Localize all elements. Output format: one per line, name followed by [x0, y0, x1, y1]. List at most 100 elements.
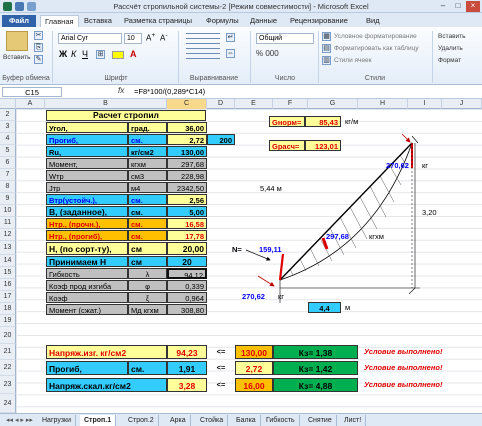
number-format-select[interactable]: Общий [256, 33, 314, 44]
row-header[interactable]: 8 [0, 181, 16, 193]
column-header[interactable]: J [442, 99, 482, 109]
row-header[interactable]: 13 [0, 241, 16, 255]
italic-icon[interactable]: К [71, 49, 76, 59]
format-cells-button[interactable]: Формат [438, 56, 461, 65]
column-header[interactable]: G [308, 99, 358, 109]
tab-file[interactable]: Файл [2, 15, 36, 27]
conditional-format-icon[interactable]: ▦ [322, 32, 331, 41]
sheet-tab-active[interactable]: Строп.1 [80, 415, 117, 426]
column-header[interactable]: F [273, 99, 308, 109]
insert-cells-button[interactable]: Вставить [438, 32, 466, 41]
row-header[interactable]: 24 [0, 394, 16, 413]
tab-home[interactable]: Главная [40, 15, 79, 27]
cell-styles-button[interactable]: Стили ячеек [334, 56, 372, 65]
tab-review[interactable]: Рецензирование [286, 15, 352, 27]
param-value[interactable]: 2342,50 [167, 182, 207, 193]
param-value[interactable]: 0,339 [167, 280, 207, 291]
currency-icon[interactable]: % 000 [256, 49, 279, 58]
font-color-icon[interactable]: A [130, 49, 137, 59]
font-name-select[interactable]: Arial Cyr [58, 33, 122, 44]
row-header[interactable]: 6 [0, 157, 16, 169]
param-value[interactable]: 20,00 [167, 242, 207, 255]
borders-icon[interactable]: ⊞ [96, 50, 105, 59]
row-header[interactable]: 21 [0, 344, 16, 360]
tab-data[interactable]: Данные [246, 15, 281, 27]
sheet-tab[interactable]: Лист! [340, 415, 367, 426]
tab-insert[interactable]: Вставка [80, 15, 116, 27]
row-header[interactable]: 22 [0, 360, 16, 376]
param-value[interactable]: 20 [167, 256, 207, 267]
param-value[interactable]: 308,80 [167, 304, 207, 315]
row-header[interactable]: 12 [0, 229, 16, 241]
param-value[interactable]: 36,00 [167, 122, 207, 133]
param-value[interactable]: 297,68 [167, 158, 207, 169]
column-header[interactable]: I [408, 99, 442, 109]
row-header[interactable]: 10 [0, 205, 16, 217]
underline-icon[interactable]: Ч [82, 49, 88, 59]
column-header[interactable]: E [235, 99, 273, 109]
sheet-tab[interactable]: Арка [166, 415, 191, 426]
row-header[interactable]: 2 [0, 109, 16, 121]
param-value[interactable]: 2,56 [167, 194, 207, 205]
wrap-text-icon[interactable]: ↵ [226, 33, 235, 42]
sheet-tab[interactable]: Стойка [196, 415, 229, 426]
tab-formulas[interactable]: Формулы [202, 15, 243, 27]
select-all-corner[interactable] [0, 99, 16, 109]
row-header[interactable]: 11 [0, 217, 16, 229]
row-header[interactable]: 5 [0, 145, 16, 157]
minimize-icon[interactable]: – [436, 1, 450, 12]
tab-scroll-arrows[interactable]: ◂◂ ◂ ▸ ▸▸ [2, 415, 37, 426]
merge-icon[interactable]: ⇔ [226, 49, 235, 58]
param-value[interactable]: 16,58 [167, 218, 207, 229]
row-header[interactable]: 9 [0, 193, 16, 205]
fill-color-icon[interactable] [112, 51, 124, 59]
row-header[interactable]: 4 [0, 133, 16, 145]
conditional-format-button[interactable]: Условное форматирование [334, 32, 417, 41]
column-header[interactable]: H [358, 99, 408, 109]
font-size-select[interactable]: 10 [124, 33, 142, 44]
sheet-tab[interactable]: Нагрузки [38, 415, 76, 426]
close-icon[interactable]: × [466, 1, 480, 12]
format-table-icon[interactable]: ▤ [322, 44, 331, 53]
param-value[interactable]: 5,00 [167, 206, 207, 217]
cell-styles-icon[interactable]: ▥ [322, 56, 331, 65]
param-value[interactable]: 130,00 [167, 146, 207, 157]
sheet-tab[interactable]: Балка [232, 415, 261, 426]
tab-view[interactable]: Вид [362, 15, 384, 27]
row-header[interactable]: 19 [0, 315, 16, 327]
format-as-table-button[interactable]: Форматировать как таблицу [334, 44, 419, 53]
row-header[interactable]: 18 [0, 303, 16, 315]
maximize-icon[interactable]: □ [451, 1, 465, 12]
selected-cell[interactable]: 94,12 [167, 268, 207, 279]
column-header[interactable]: D [207, 99, 235, 109]
align-icon[interactable] [186, 33, 220, 59]
column-header[interactable]: B [45, 99, 167, 109]
shrink-font-icon[interactable]: A- [160, 32, 168, 43]
row-header[interactable]: 20 [0, 327, 16, 344]
param-value[interactable]: 2,72 [167, 134, 207, 145]
grow-font-icon[interactable]: A+ [146, 32, 155, 43]
param-value[interactable]: 0,964 [167, 292, 207, 303]
column-header[interactable]: C [167, 99, 207, 109]
row-header[interactable]: 3 [0, 121, 16, 133]
row-header[interactable]: 7 [0, 169, 16, 181]
column-header[interactable]: A [16, 99, 45, 109]
row-header[interactable]: 23 [0, 376, 16, 394]
paste-button[interactable]: Вставить [3, 53, 31, 62]
sheet-tab[interactable]: Гибкость [262, 415, 300, 426]
sheet-tab[interactable]: Строп.2 [124, 415, 159, 426]
row-header[interactable]: 17 [0, 291, 16, 303]
cut-icon[interactable]: ✂ [34, 31, 43, 40]
row-header[interactable]: 14 [0, 255, 16, 267]
fx-icon[interactable]: fx [118, 86, 124, 95]
bold-icon[interactable]: Ж [59, 49, 67, 59]
copy-icon[interactable]: ⎘ [34, 43, 43, 52]
paste-icon[interactable] [6, 31, 28, 51]
delete-cells-button[interactable]: Удалить [438, 44, 463, 53]
format-painter-icon[interactable]: ✎ [34, 55, 43, 64]
tab-page-layout[interactable]: Разметка страницы [120, 15, 196, 27]
row-header[interactable]: 15 [0, 267, 16, 279]
name-box[interactable]: C15 [2, 87, 62, 97]
param-value[interactable]: 228,98 [167, 170, 207, 181]
param-value[interactable]: 17,78 [167, 230, 207, 241]
